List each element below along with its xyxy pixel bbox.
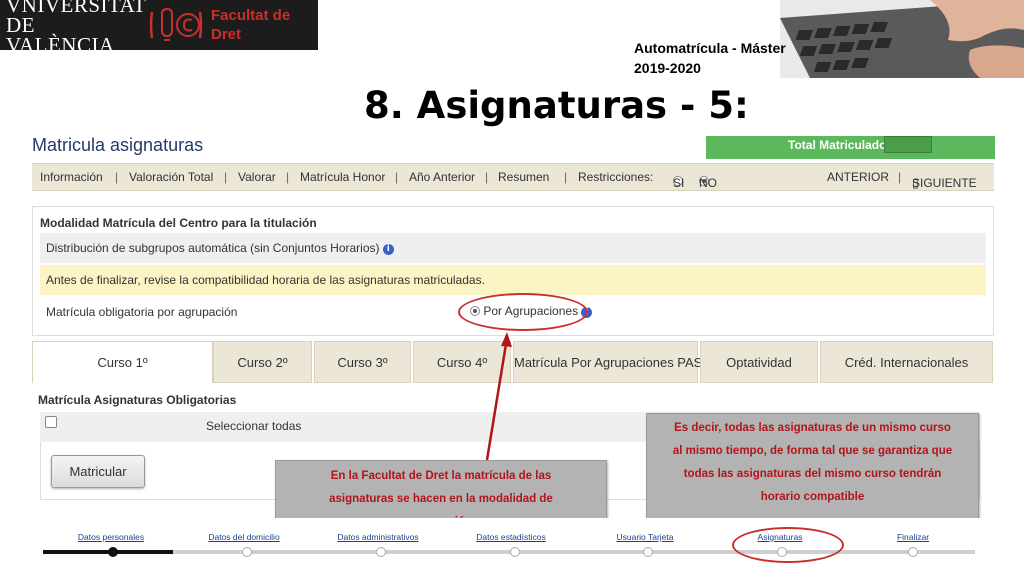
menu-separator: | xyxy=(898,170,902,184)
wizard-step-datos-domicilio[interactable]: Datos del domicilio xyxy=(208,532,279,542)
tab-optatividad[interactable]: Optatividad xyxy=(700,341,818,383)
university-name: VNIVERSITAT DE VALÈNCIA xyxy=(6,0,146,57)
wizard-step-dot[interactable] xyxy=(908,547,918,557)
wizard-step-dot[interactable] xyxy=(510,547,520,557)
total-enrolled-label: Total Matriculado xyxy=(788,138,887,152)
anterior-button[interactable]: ANTERIOR xyxy=(827,170,889,184)
menu-item-valorar[interactable]: Valorar xyxy=(238,170,276,184)
faculty-name-line2: Dret xyxy=(211,26,242,43)
menu-item-resumen[interactable]: Resumen xyxy=(498,170,549,184)
callout-left-line: En la Facultat de Dret la matrícula de l… xyxy=(330,470,552,482)
total-enrolled-bar: Total Matriculado xyxy=(706,136,995,159)
restricciones-no-label: NO xyxy=(699,176,717,190)
total-enrolled-value xyxy=(884,136,932,153)
menu-item-matricula-honor[interactable]: Matrícula Honor xyxy=(300,170,385,184)
tab-curso-1[interactable]: Curso 1º xyxy=(32,341,213,383)
wizard-step-datos-administrativos[interactable]: Datos administrativos xyxy=(337,532,418,542)
callout-right-line: horario compatible xyxy=(760,491,865,503)
wizard-step-dot[interactable] xyxy=(643,547,653,557)
warning-text: Antes de finalizar, revise la compatibil… xyxy=(46,273,485,287)
slide-title: 8. Asignaturas - 5: xyxy=(364,84,749,127)
select-all-checkbox[interactable] xyxy=(45,416,57,428)
tab-curso-2[interactable]: Curso 2º xyxy=(213,341,312,383)
faculty-name-line1: Facultat de xyxy=(211,7,291,24)
callout-right-line: todas las asignaturas del mismo curso te… xyxy=(683,468,942,480)
menu-item-informacion[interactable]: Información xyxy=(40,170,103,184)
tab-curso-4[interactable]: Curso 4º xyxy=(413,341,511,383)
course-note: Automatrícula - Máster 2019-2020 xyxy=(634,38,786,78)
tab-agrupaciones-pas[interactable]: Matrícula Por Agrupaciones PAS xyxy=(513,341,702,383)
faculty-name: Facultat de Dret xyxy=(211,6,290,44)
callout-right-line: Es decir, todas las asignaturas de un mi… xyxy=(674,422,951,434)
select-all-label: Seleccionar todas xyxy=(206,419,302,433)
restricciones-si-label: SI xyxy=(673,176,685,190)
modalidad-title: Modalidad Matrícula del Centro para la t… xyxy=(40,216,317,230)
wizard-step-dot[interactable] xyxy=(242,547,252,557)
wizard-step-finalizar[interactable]: Finalizar xyxy=(897,532,929,542)
wizard-step-usuario-tarjeta[interactable]: Usuario Tarjeta xyxy=(616,532,673,542)
warning-row: Antes de finalizar, revise la compatibil… xyxy=(40,265,986,295)
menu-separator: | xyxy=(286,170,290,184)
wizard-step-datos-estadisticos[interactable]: Datos estadísticos xyxy=(476,532,545,542)
menu-separator: | xyxy=(224,170,228,184)
info-icon[interactable]: i xyxy=(382,244,394,255)
highlight-ellipse xyxy=(458,293,588,331)
menu-separator: | xyxy=(115,170,119,184)
university-logo: VNIVERSITAT DE VALÈNCIA Facultat de Dret xyxy=(0,0,318,56)
siguiente-label: SIGUIENTE xyxy=(912,176,977,190)
menu-separator: | xyxy=(395,170,399,184)
page-title: Matricula asignaturas xyxy=(32,135,204,155)
menu-item-valoracion-total[interactable]: Valoración Total xyxy=(129,170,213,184)
callout-right: Es decir, todas las asignaturas de un mi… xyxy=(646,413,979,535)
obligatorias-title: Matrícula Asignaturas Obligatorias xyxy=(38,393,237,407)
wizard-step-dot[interactable] xyxy=(108,547,118,557)
wizard-step-datos-personales[interactable]: Datos personales xyxy=(78,532,144,542)
menu-separator: | xyxy=(564,170,568,184)
modalidad-row-distribucion: Distribución de subgrupos automática (si… xyxy=(40,233,986,263)
menu-bar: Información | Valoración Total | Valorar… xyxy=(32,163,994,191)
restricciones-label: Restricciones: xyxy=(578,170,654,184)
distribucion-text: Distribución de subgrupos automática (si… xyxy=(46,241,380,255)
menu-separator: | xyxy=(485,170,489,184)
tab-curso-3[interactable]: Curso 3º xyxy=(314,341,411,383)
course-tabs: Curso 1º Curso 2º Curso 3º Curso 4º Matr… xyxy=(32,341,994,383)
course-note-line2: 2019-2020 xyxy=(634,60,701,76)
menu-item-ano-anterior[interactable]: Año Anterior xyxy=(409,170,475,184)
highlight-ellipse-asignaturas xyxy=(732,527,844,563)
matricular-button[interactable]: Matricular xyxy=(51,455,145,488)
keyboard-photo xyxy=(780,0,1024,78)
wizard-track xyxy=(173,550,975,554)
callout-left-line: asignaturas se hacen en la modalidad de xyxy=(329,493,553,505)
course-note-line1: Automatrícula - Máster xyxy=(634,40,786,56)
agrupacion-text: Matrícula obligatoria por agrupación xyxy=(46,305,238,319)
callout-right-line: al mismo tiempo, de forma tal que se gar… xyxy=(672,445,953,457)
faculty-emblem-icon xyxy=(147,5,205,45)
wizard-step-dot[interactable] xyxy=(376,547,386,557)
tab-creditos-internacionales[interactable]: Créd. Internacionales xyxy=(820,341,993,383)
next-arrow-icon: ▯ xyxy=(912,176,919,190)
university-name-line2: DE VALÈNCIA xyxy=(6,13,115,57)
